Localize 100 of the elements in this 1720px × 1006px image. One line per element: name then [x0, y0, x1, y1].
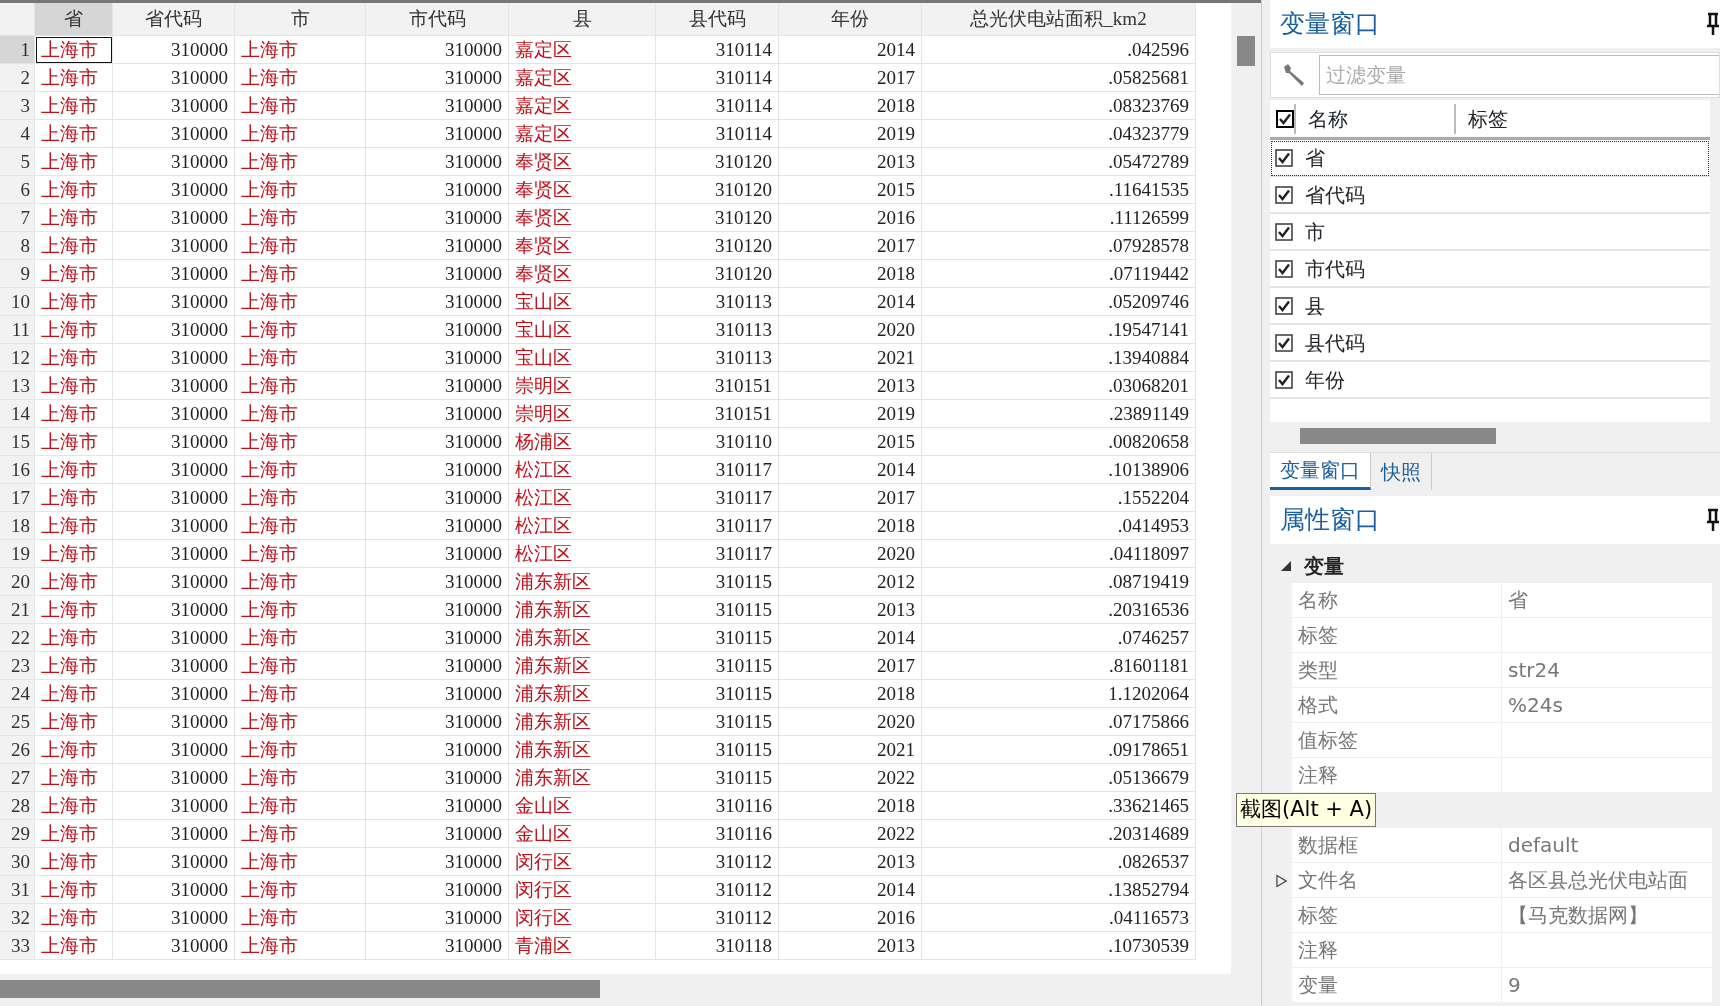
row-number[interactable]: 33 — [0, 932, 35, 960]
table-cell: 2013 — [779, 848, 922, 876]
scrollbar-thumb[interactable] — [1300, 428, 1496, 444]
variable-row[interactable]: 市 — [1270, 214, 1710, 251]
row-number[interactable]: 30 — [0, 848, 35, 876]
table-cell: 上海市 — [235, 456, 366, 484]
checkbox[interactable] — [1275, 259, 1293, 278]
row-number[interactable]: 5 — [0, 148, 35, 176]
row-number[interactable]: 14 — [0, 400, 35, 428]
table-cell: 2017 — [779, 484, 922, 512]
column-header[interactable]: 省代码 — [113, 3, 235, 36]
table-cell: 310000 — [366, 232, 509, 260]
table-cell: 上海市 — [35, 176, 113, 204]
row-number[interactable]: 18 — [0, 512, 35, 540]
table-cell: 310116 — [656, 792, 779, 820]
table-cell: 2013 — [779, 932, 922, 960]
row-number[interactable]: 22 — [0, 624, 35, 652]
table-cell: 2017 — [779, 232, 922, 260]
panel-title: 变量窗口 — [1280, 8, 1380, 41]
scrollbar-thumb[interactable] — [1237, 36, 1255, 66]
table-cell: 310120 — [656, 148, 779, 176]
expand-icon[interactable] — [1275, 873, 1287, 888]
table-cell: 上海市 — [235, 876, 366, 904]
row-number[interactable]: 29 — [0, 820, 35, 848]
column-header[interactable]: 县 — [509, 3, 656, 36]
checkbox[interactable] — [1275, 222, 1293, 241]
row-number[interactable]: 31 — [0, 876, 35, 904]
wrench-icon[interactable] — [1281, 62, 1307, 88]
checkbox[interactable] — [1275, 333, 1293, 352]
row-number[interactable]: 19 — [0, 540, 35, 568]
table-cell: 2012 — [779, 568, 922, 596]
filter-field[interactable]: 过滤变量 — [1319, 55, 1719, 95]
table-cell: 上海市 — [35, 36, 113, 64]
collapse-icon[interactable] — [1280, 559, 1292, 572]
column-header[interactable]: 年份 — [779, 3, 922, 36]
table-cell: 310000 — [113, 708, 235, 736]
row-number[interactable]: 10 — [0, 288, 35, 316]
row-number[interactable]: 20 — [0, 568, 35, 596]
table-cell: 上海市 — [35, 344, 113, 372]
row-number[interactable]: 25 — [0, 708, 35, 736]
row-number[interactable]: 6 — [0, 176, 35, 204]
table-cell: 上海市 — [235, 288, 366, 316]
row-number[interactable]: 26 — [0, 736, 35, 764]
column-header[interactable]: 总光伏电站面积_km2 — [922, 3, 1196, 36]
column-header[interactable]: 市代码 — [366, 3, 509, 36]
checkbox[interactable] — [1276, 109, 1294, 128]
row-number[interactable]: 32 — [0, 904, 35, 932]
variable-row[interactable]: 省 — [1270, 140, 1710, 177]
variable-row[interactable]: 省代码 — [1270, 177, 1710, 214]
row-number[interactable]: 11 — [0, 316, 35, 344]
tab[interactable]: 变量窗口 — [1270, 453, 1371, 490]
row-number[interactable]: 24 — [0, 680, 35, 708]
row-number[interactable]: 8 — [0, 232, 35, 260]
row-number[interactable]: 21 — [0, 596, 35, 624]
property-name: 标签 — [1292, 898, 1502, 933]
table-cell: 上海市 — [35, 680, 113, 708]
row-number[interactable]: 12 — [0, 344, 35, 372]
variable-row[interactable]: 市代码 — [1270, 251, 1710, 288]
scrollbar-thumb[interactable] — [0, 980, 600, 998]
row-number[interactable]: 2 — [0, 64, 35, 92]
table-cell: 2014 — [779, 624, 922, 652]
table-cell: 310117 — [656, 484, 779, 512]
table-cell: 青浦区 — [509, 932, 656, 960]
row-number[interactable]: 13 — [0, 372, 35, 400]
table-cell: 上海市 — [235, 708, 366, 736]
table-cell: 上海市 — [235, 400, 366, 428]
row-number[interactable]: 1 — [0, 36, 35, 64]
row-number[interactable]: 28 — [0, 792, 35, 820]
table-cell: 2014 — [779, 288, 922, 316]
column-header[interactable]: 标签 — [1454, 103, 1508, 134]
checkbox[interactable] — [1275, 148, 1293, 167]
checkbox[interactable] — [1275, 185, 1293, 204]
column-header[interactable]: 名称 — [1294, 103, 1454, 134]
row-number[interactable]: 9 — [0, 260, 35, 288]
table-cell: 310000 — [366, 64, 509, 92]
row-number[interactable]: 23 — [0, 652, 35, 680]
table-cell: 上海市 — [235, 764, 366, 792]
row-number[interactable]: 15 — [0, 428, 35, 456]
checkbox[interactable] — [1275, 296, 1293, 315]
row-number[interactable]: 16 — [0, 456, 35, 484]
row-number[interactable]: 7 — [0, 204, 35, 232]
table-cell: 上海市 — [235, 512, 366, 540]
variable-row[interactable]: 年份 — [1270, 362, 1710, 399]
variable-row[interactable]: 县代码 — [1270, 325, 1710, 362]
column-header[interactable]: 市 — [235, 3, 366, 36]
row-number[interactable]: 4 — [0, 120, 35, 148]
table-cell: 上海市 — [35, 540, 113, 568]
table-cell: 闵行区 — [509, 876, 656, 904]
table-cell: 310115 — [656, 680, 779, 708]
pin-icon[interactable] — [1706, 12, 1720, 36]
row-number[interactable]: 17 — [0, 484, 35, 512]
variable-row[interactable]: 县 — [1270, 288, 1710, 325]
row-number[interactable]: 27 — [0, 764, 35, 792]
column-header[interactable]: 省 — [35, 3, 113, 36]
table-cell: 2018 — [779, 680, 922, 708]
row-number[interactable]: 3 — [0, 92, 35, 120]
pin-icon[interactable] — [1706, 508, 1720, 532]
column-header[interactable]: 县代码 — [656, 3, 779, 36]
checkbox[interactable] — [1275, 370, 1293, 389]
table-cell: 上海市 — [235, 904, 366, 932]
